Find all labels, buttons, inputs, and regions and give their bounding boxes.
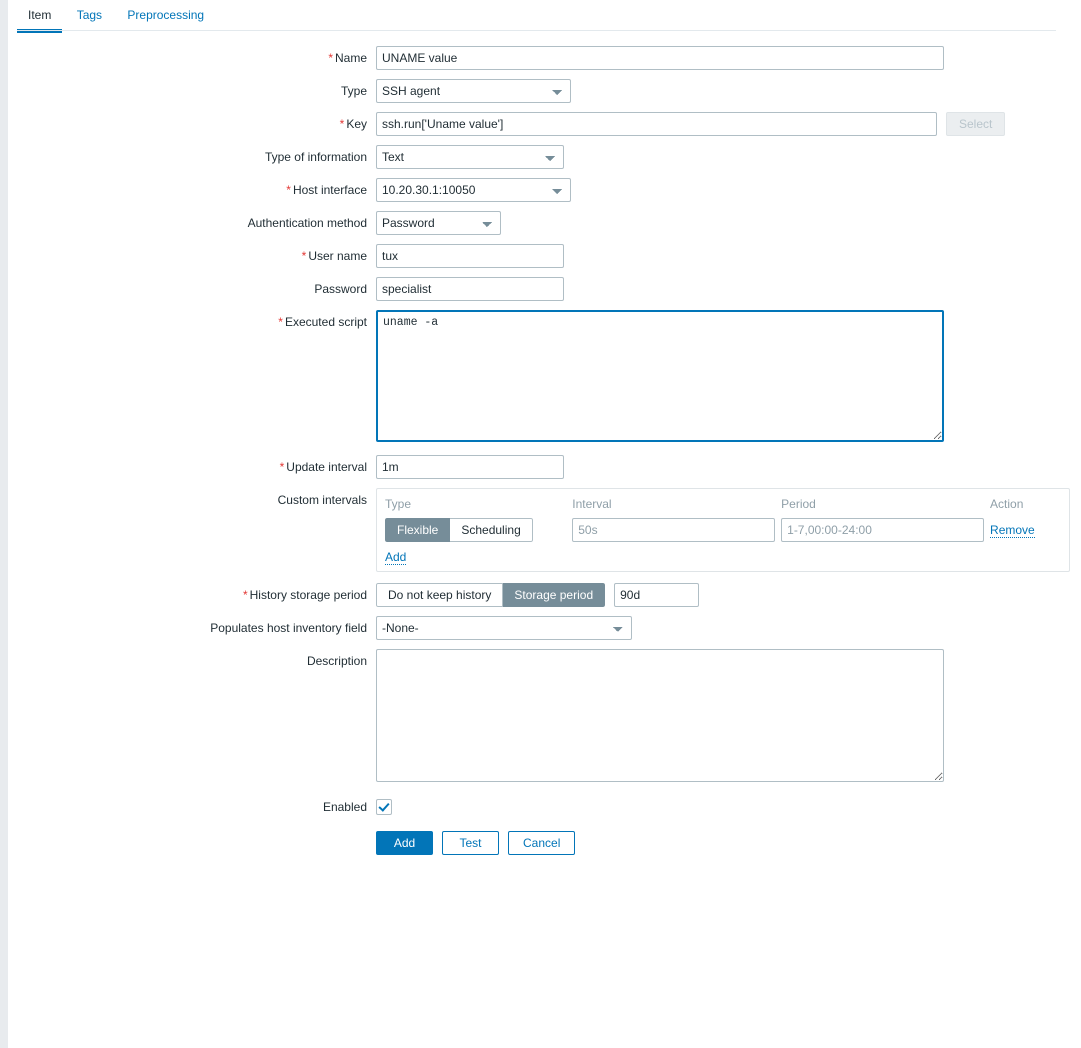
type-of-information-select[interactable]: Text [376, 145, 564, 169]
row-password: Password [8, 277, 1081, 301]
add-button[interactable]: Add [376, 831, 433, 855]
row-custom-intervals: Custom intervals Type Interval Period Ac… [8, 488, 1081, 572]
label-executed-script: * Executed script [278, 315, 367, 329]
label-update-interval: * Update interval [279, 460, 367, 474]
executed-script-textarea[interactable]: uname -a [376, 310, 944, 442]
label-password: Password [314, 282, 367, 296]
row-update-interval: * Update interval [8, 455, 1081, 479]
required-marker: * [339, 117, 345, 131]
label-host-interface: * Host interface [286, 183, 367, 197]
required-marker: * [301, 249, 307, 263]
tab-divider [17, 30, 1056, 31]
key-input[interactable] [376, 112, 937, 136]
history-do-not-keep[interactable]: Do not keep history [376, 583, 504, 607]
column-header-action: Action [990, 497, 1024, 511]
row-executed-script: * Executed script uname -a [8, 310, 1081, 442]
label-type-of-information: Type of information [264, 150, 367, 164]
row-user-name: * User name [8, 244, 1081, 268]
row-type-of-information: Type of information Text [8, 145, 1081, 169]
label-name: * Name [328, 51, 367, 65]
period-input[interactable] [781, 518, 985, 542]
custom-intervals-header: Type Interval Period Action [385, 494, 1061, 514]
row-description: Description [8, 649, 1081, 782]
table-row: Flexible Scheduling Remove [385, 518, 1061, 542]
label-description: Description [306, 654, 367, 668]
required-marker: * [286, 183, 291, 197]
history-storage-period-input[interactable] [614, 583, 700, 607]
required-marker: * [278, 315, 283, 329]
description-textarea[interactable] [376, 649, 944, 782]
required-marker: * [279, 460, 285, 474]
interval-type-flexible[interactable]: Flexible [385, 518, 451, 542]
interval-input[interactable] [572, 518, 776, 542]
enabled-checkbox[interactable] [376, 799, 392, 815]
history-mode-toggle: Do not keep history Storage period [376, 583, 606, 607]
label-history-storage-period: * History storage period [242, 588, 367, 602]
row-name: * Name [8, 46, 1081, 70]
label-key: * Key [339, 117, 367, 131]
host-interface-select[interactable]: 10.20.30.1:10050 [376, 178, 571, 202]
host-inventory-field-select[interactable]: -None- [376, 616, 632, 640]
user-name-input[interactable] [376, 244, 564, 268]
custom-intervals-table: Type Interval Period Action Flexible Sch… [376, 488, 1070, 572]
password-input[interactable] [376, 277, 564, 301]
remove-interval-link[interactable]: Remove [990, 523, 1035, 538]
row-type: Type SSH agent [8, 79, 1081, 103]
required-marker: * [328, 51, 333, 65]
history-storage-period[interactable]: Storage period [503, 583, 606, 607]
item-form: *Name Type SSH agent *Key Select Type [8, 32, 1081, 855]
cancel-button[interactable]: Cancel [508, 831, 576, 855]
interval-type-toggle: Flexible Scheduling [385, 518, 533, 542]
label-host-inventory-field: Populates host inventory field [210, 621, 367, 635]
item-config-page: Item Tags Preprocessing *Name Type SSH a… [8, 0, 1081, 1048]
label-enabled: Enabled [322, 800, 367, 814]
label-custom-intervals: Custom intervals [277, 493, 367, 507]
label-user-name: * User name [301, 249, 367, 263]
tab-item[interactable]: Item [17, 0, 63, 33]
row-history-storage-period: * History storage period Do not keep hist… [8, 583, 1081, 607]
row-enabled: Enabled [8, 795, 1081, 819]
row-form-actions: Add Test Cancel [8, 831, 1081, 855]
name-input[interactable] [376, 46, 944, 70]
column-header-interval: Interval [572, 497, 612, 511]
tab-bar: Item Tags Preprocessing [8, 0, 1081, 33]
row-authentication-method: Authentication method Password [8, 211, 1081, 235]
required-marker: * [242, 588, 248, 602]
update-interval-input[interactable] [376, 455, 564, 479]
key-select-button[interactable]: Select [946, 112, 1006, 136]
authentication-method-select[interactable]: Password [376, 211, 501, 235]
label-authentication-method: Authentication method [247, 216, 367, 230]
type-select[interactable]: SSH agent [376, 79, 571, 103]
tab-tags[interactable]: Tags [66, 0, 113, 31]
row-key: *Key Select [8, 112, 1081, 136]
interval-type-scheduling[interactable]: Scheduling [450, 518, 533, 542]
row-host-inventory-field: Populates host inventory field -None- [8, 616, 1081, 640]
row-host-interface: * Host interface 10.20.30.1:10050 [8, 178, 1081, 202]
test-button[interactable]: Test [442, 831, 499, 855]
label-type: Type [340, 84, 367, 98]
add-interval-link[interactable]: Add [385, 550, 407, 565]
tab-preprocessing[interactable]: Preprocessing [116, 0, 215, 31]
column-header-type: Type [385, 497, 412, 511]
column-header-period: Period [781, 497, 816, 511]
